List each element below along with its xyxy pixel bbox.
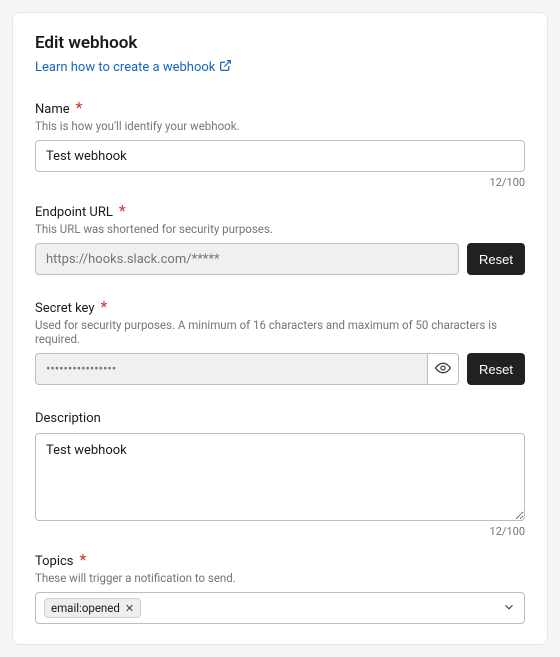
topics-label: Topics: [35, 554, 74, 569]
endpoint-input: [35, 243, 459, 275]
toggle-visibility-button[interactable]: [427, 353, 459, 385]
learn-link[interactable]: Learn how to create a webhook: [35, 59, 232, 76]
chevron-down-icon: [502, 599, 516, 618]
external-link-icon: [219, 59, 232, 76]
required-indicator: *: [100, 297, 107, 316]
topics-field: Topics * These will trigger a notificati…: [35, 550, 525, 624]
secret-reset-button[interactable]: Reset: [467, 353, 525, 385]
topics-select[interactable]: email:opened ✕: [35, 592, 525, 624]
eye-icon: [435, 360, 451, 379]
edit-webhook-card: Edit webhook Learn how to create a webho…: [12, 12, 548, 645]
page-title: Edit webhook: [35, 33, 525, 53]
required-indicator: *: [76, 98, 83, 117]
secret-input: [35, 353, 427, 385]
description-counter: 12/100: [35, 525, 525, 538]
description-textarea[interactable]: [35, 433, 525, 521]
endpoint-label: Endpoint URL: [35, 205, 113, 220]
endpoint-help: This URL was shortened for security purp…: [35, 222, 525, 236]
name-input[interactable]: [35, 140, 525, 172]
secret-help: Used for security purposes. A minimum of…: [35, 318, 525, 346]
description-label: Description: [35, 411, 101, 426]
name-help: This is how you'll identify your webhook…: [35, 119, 525, 133]
name-field: Name * This is how you'll identify your …: [35, 98, 525, 189]
endpoint-reset-button[interactable]: Reset: [467, 243, 525, 275]
name-counter: 12/100: [35, 176, 525, 189]
description-field: Description 12/100: [35, 407, 525, 538]
secret-label: Secret key: [35, 301, 95, 316]
endpoint-field: Endpoint URL * This URL was shortened fo…: [35, 201, 525, 275]
secret-field: Secret key * Used for security purposes.…: [35, 297, 525, 385]
remove-tag-button[interactable]: ✕: [125, 602, 134, 615]
topics-help: These will trigger a notification to sen…: [35, 571, 525, 585]
topic-tag-label: email:opened: [51, 601, 120, 615]
topic-tag: email:opened ✕: [44, 598, 141, 618]
required-indicator: *: [119, 201, 126, 220]
name-label: Name: [35, 102, 70, 117]
learn-link-text: Learn how to create a webhook: [35, 60, 215, 75]
